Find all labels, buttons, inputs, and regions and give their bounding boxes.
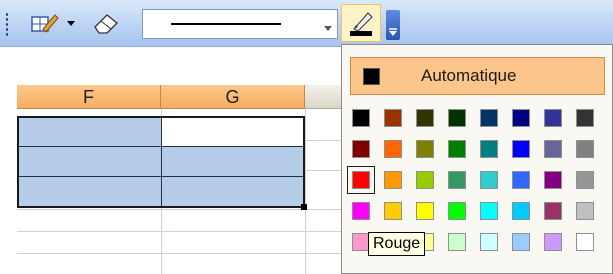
toolbar-options-button[interactable]	[386, 10, 400, 40]
color-swatch[interactable]	[544, 233, 562, 251]
color-swatch[interactable]	[512, 140, 530, 158]
color-swatch[interactable]	[416, 202, 434, 220]
color-swatch[interactable]	[512, 109, 530, 127]
column-header-next[interactable]	[305, 85, 345, 109]
chevron-down-icon[interactable]	[66, 18, 76, 28]
color-swatch[interactable]	[544, 171, 562, 189]
automatic-color-swatch	[363, 68, 380, 85]
line-style-sample	[171, 23, 281, 25]
color-swatch[interactable]	[384, 140, 402, 158]
cell-f3[interactable]	[17, 176, 162, 208]
color-swatch[interactable]	[512, 171, 530, 189]
color-swatch[interactable]	[448, 140, 466, 158]
color-swatch[interactable]	[352, 109, 370, 127]
color-swatch[interactable]	[544, 202, 562, 220]
color-swatch[interactable]	[416, 140, 434, 158]
color-swatch[interactable]	[480, 171, 498, 189]
automatic-color-label: Automatique	[421, 66, 517, 85]
color-swatch[interactable]	[576, 233, 594, 251]
color-swatch[interactable]	[384, 202, 402, 220]
color-swatch[interactable]	[480, 233, 498, 251]
gridline	[17, 231, 347, 232]
color-swatch[interactable]	[576, 171, 594, 189]
gridline	[305, 109, 306, 274]
draw-border-icon[interactable]	[26, 10, 62, 38]
color-swatch[interactable]	[416, 171, 434, 189]
color-swatch[interactable]	[480, 109, 498, 127]
automatic-color-button[interactable]: Automatique	[350, 57, 605, 95]
color-tooltip: Rouge	[368, 232, 426, 256]
cell-g1[interactable]	[161, 116, 305, 147]
color-swatch[interactable]	[352, 171, 370, 189]
cell-g3[interactable]	[161, 176, 305, 208]
chevron-down-icon[interactable]	[323, 19, 333, 31]
line-style-dropdown[interactable]	[142, 9, 338, 39]
cell-f1[interactable]	[17, 116, 162, 147]
column-header-f[interactable]: F	[17, 85, 161, 109]
cell-f2[interactable]	[17, 146, 162, 177]
color-swatch[interactable]	[448, 109, 466, 127]
color-swatch[interactable]	[512, 233, 530, 251]
color-swatch[interactable]	[448, 202, 466, 220]
color-swatch[interactable]	[384, 171, 402, 189]
color-swatch[interactable]	[448, 171, 466, 189]
fill-handle[interactable]	[301, 204, 307, 210]
color-swatch[interactable]	[576, 109, 594, 127]
gridline	[17, 253, 347, 254]
color-swatch[interactable]	[480, 140, 498, 158]
line-color-button[interactable]	[341, 4, 381, 42]
column-headers: F G	[17, 85, 345, 109]
color-swatch[interactable]	[576, 140, 594, 158]
line-color-swatch-bar	[350, 31, 372, 36]
formatting-toolbar	[0, 0, 613, 47]
color-swatch[interactable]	[352, 140, 370, 158]
color-swatch[interactable]	[384, 109, 402, 127]
color-swatch[interactable]	[448, 233, 466, 251]
eraser-icon[interactable]	[88, 8, 124, 38]
color-swatch[interactable]	[416, 109, 434, 127]
color-swatch[interactable]	[544, 140, 562, 158]
color-swatch[interactable]	[512, 202, 530, 220]
color-swatch[interactable]	[352, 202, 370, 220]
color-swatch[interactable]	[576, 202, 594, 220]
color-swatch[interactable]	[480, 202, 498, 220]
toolbar-grip-handle[interactable]	[5, 12, 9, 36]
cell-g2[interactable]	[161, 146, 305, 177]
color-swatch[interactable]	[544, 109, 562, 127]
gridline	[17, 209, 347, 210]
column-header-g[interactable]: G	[161, 85, 305, 109]
